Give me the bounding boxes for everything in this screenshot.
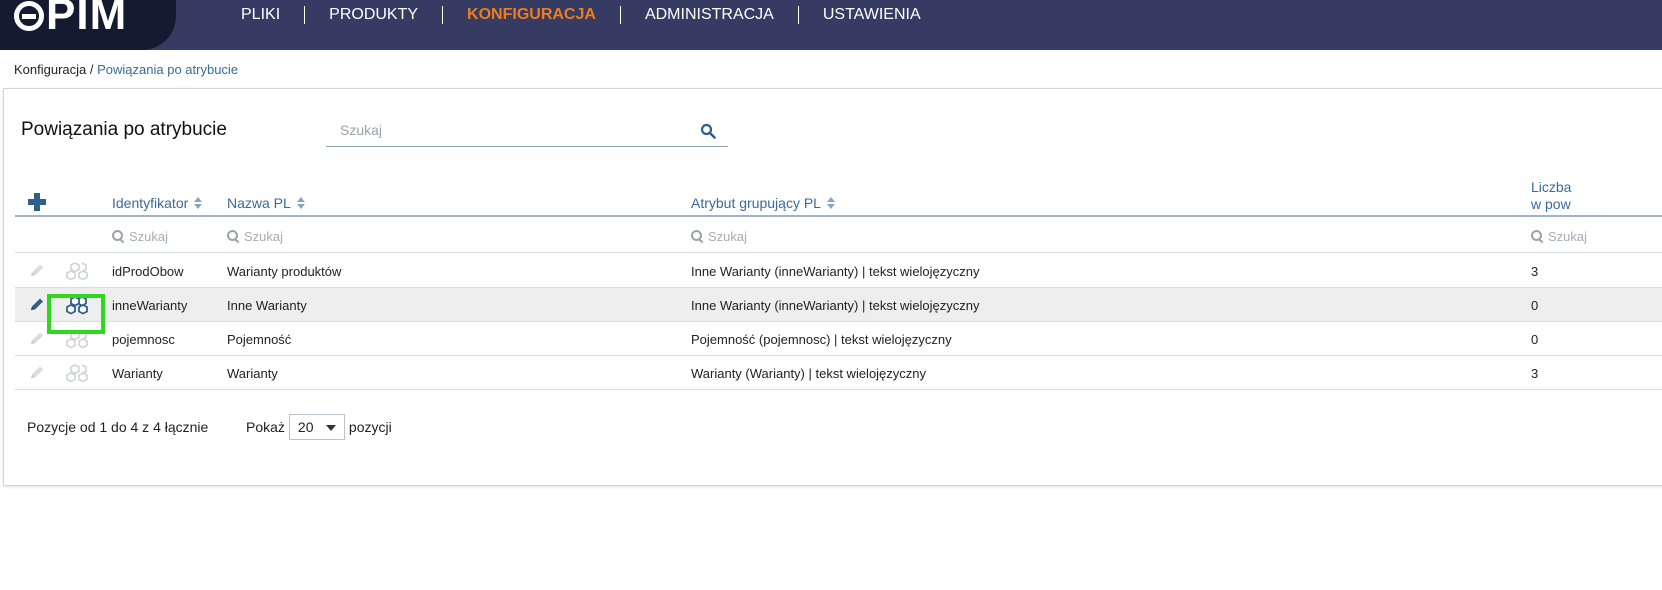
cell-atrybut: Inne Warianty (inneWarianty) | tekst wie… bbox=[691, 264, 980, 279]
filter-atrybut bbox=[691, 227, 823, 245]
table-row: pojemnosc Pojemność Pojemność (pojemnosc… bbox=[15, 322, 1662, 356]
table-row: inneWarianty Inne Warianty Inne Warianty… bbox=[15, 288, 1662, 322]
filter-input-nazwa[interactable] bbox=[239, 228, 359, 244]
page-size-label: Pokaż bbox=[246, 419, 285, 435]
breadcrumb-current: Powiązania po atrybucie bbox=[97, 62, 239, 77]
search-icon bbox=[227, 230, 239, 242]
sort-icon bbox=[296, 197, 305, 209]
logo-e-icon bbox=[14, 1, 44, 31]
search-icon bbox=[1531, 230, 1543, 242]
search-icon[interactable] bbox=[700, 123, 716, 139]
filter-input-identyfikator[interactable] bbox=[124, 228, 244, 244]
filter-liczba bbox=[1531, 227, 1662, 245]
col-header-label: Liczba bbox=[1531, 179, 1572, 195]
focus-highlight bbox=[47, 294, 105, 334]
cell-atrybut: Warianty (Warianty) | tekst wielojęzyczn… bbox=[691, 366, 927, 381]
sort-icon bbox=[826, 197, 835, 209]
col-header-identyfikator[interactable]: Identyfikator bbox=[112, 195, 203, 211]
nav-item-ustawienia[interactable]: USTAWIENIA bbox=[799, 6, 945, 24]
cell-nazwa: Warianty bbox=[227, 366, 278, 381]
content-panel: Powiązania po atrybucie Identyfikator Na… bbox=[3, 88, 1662, 486]
filter-nazwa bbox=[227, 227, 359, 245]
edit-pencil-icon[interactable] bbox=[28, 365, 46, 381]
page-title: Powiązania po atrybucie bbox=[21, 119, 227, 140]
filter-input-liczba[interactable] bbox=[1543, 228, 1662, 244]
col-header-liczba[interactable]: Liczba w pow bbox=[1531, 179, 1571, 213]
filter-row bbox=[15, 219, 1662, 253]
sort-icon bbox=[194, 197, 203, 209]
page-size-control: Pokaż 20 pozycji bbox=[246, 414, 392, 440]
cell-atrybut: Inne Warianty (inneWarianty) | tekst wie… bbox=[691, 298, 980, 313]
filter-identyfikator bbox=[112, 227, 244, 245]
search-icon bbox=[112, 230, 124, 242]
cell-liczba: 3 bbox=[1531, 264, 1539, 279]
table-header: Identyfikator Nazwa PL Atrybut grupujący… bbox=[15, 169, 1662, 217]
logo-block: PIM bbox=[0, 0, 176, 50]
breadcrumb-separator: / bbox=[86, 62, 98, 77]
breadcrumb: Konfiguracja / Powiązania po atrybucie bbox=[14, 62, 238, 77]
cell-liczba: 0 bbox=[1531, 298, 1539, 313]
table-row: idProdObow Warianty produktów Inne Waria… bbox=[15, 254, 1662, 288]
pagination-info: Pozycje od 1 do 4 z 4 łącznie bbox=[27, 419, 209, 435]
nav-item-administracja[interactable]: ADMINISTRACJA bbox=[621, 6, 799, 24]
top-navbar: PIM PLIKI PRODUKTY KONFIGURACJA ADMINIST… bbox=[0, 0, 1662, 50]
chevron-down-icon bbox=[325, 425, 336, 431]
col-header-nazwa[interactable]: Nazwa PL bbox=[227, 195, 305, 211]
col-header-label: Atrybut grupujący PL bbox=[691, 195, 821, 211]
cell-nazwa: Warianty produktów bbox=[227, 264, 342, 279]
cell-identyfikator: Warianty bbox=[112, 366, 163, 381]
add-icon[interactable] bbox=[28, 193, 46, 211]
col-header-label: w pow bbox=[1531, 196, 1571, 212]
cell-identyfikator: idProdObow bbox=[112, 264, 184, 279]
search-icon bbox=[691, 230, 703, 242]
edit-pencil-icon[interactable] bbox=[28, 297, 46, 313]
page-size-select[interactable]: 20 bbox=[288, 414, 345, 440]
relations-cubes-icon[interactable] bbox=[66, 363, 92, 383]
col-header-atrybut[interactable]: Atrybut grupujący PL bbox=[691, 195, 835, 211]
table-row: Warianty Warianty Warianty (Warianty) | … bbox=[15, 356, 1662, 390]
filter-input-atrybut[interactable] bbox=[703, 228, 823, 244]
cell-atrybut: Pojemność (pojemnosc) | tekst wielojęzyc… bbox=[691, 332, 952, 347]
nav-item-produkty[interactable]: PRODUKTY bbox=[305, 6, 444, 24]
global-search bbox=[326, 115, 728, 147]
app-logo[interactable]: PIM bbox=[14, 0, 127, 40]
cell-identyfikator: inneWarianty bbox=[112, 298, 188, 313]
edit-pencil-icon[interactable] bbox=[28, 263, 46, 279]
page-size-value: 20 bbox=[297, 419, 314, 435]
col-header-label: Identyfikator bbox=[112, 195, 189, 211]
logo-text: PIM bbox=[46, 0, 128, 39]
cell-nazwa: Pojemność bbox=[227, 332, 292, 347]
cell-liczba: 3 bbox=[1531, 366, 1539, 381]
edit-pencil-icon[interactable] bbox=[28, 331, 46, 347]
nav-item-pliki[interactable]: PLIKI bbox=[217, 6, 306, 24]
search-input[interactable] bbox=[326, 115, 686, 145]
col-header-label: Nazwa PL bbox=[227, 195, 291, 211]
cell-liczba: 0 bbox=[1531, 332, 1539, 347]
cell-nazwa: Inne Warianty bbox=[227, 298, 307, 313]
cell-identyfikator: pojemnosc bbox=[112, 332, 175, 347]
breadcrumb-parent[interactable]: Konfiguracja bbox=[14, 62, 86, 77]
page-size-suffix: pozycji bbox=[348, 419, 392, 435]
main-nav: PLIKI PRODUKTY KONFIGURACJA ADMINISTRACJ… bbox=[217, 0, 945, 30]
nav-item-konfiguracja[interactable]: KONFIGURACJA bbox=[443, 6, 621, 24]
relations-cubes-icon[interactable] bbox=[66, 261, 92, 281]
